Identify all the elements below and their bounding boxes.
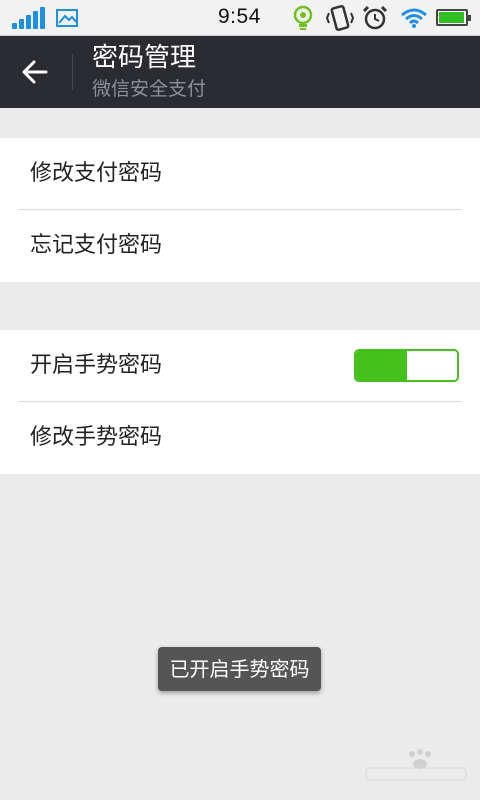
page-title: 密码管理 <box>92 43 197 73</box>
gesture-password-group: 开启手势密码 修改手势密码 <box>0 330 480 474</box>
bulb-icon <box>293 5 313 30</box>
title-bar: 密码管理 微信安全支付 <box>0 36 480 108</box>
back-button[interactable] <box>0 36 72 108</box>
list-item-label: 忘记支付密码 <box>30 233 163 258</box>
toggle-knob[interactable] <box>406 351 457 380</box>
status-bar: 9:54 <box>0 0 480 36</box>
back-arrow-icon <box>22 60 48 84</box>
list-item-label: 修改手势密码 <box>30 425 163 450</box>
signal-icon <box>12 7 46 29</box>
change-payment-password-item[interactable]: 修改支付密码 <box>0 138 480 210</box>
title-divider <box>72 54 73 90</box>
forgot-payment-password-item[interactable]: 忘记支付密码 <box>0 210 480 282</box>
baidu-paw-icon <box>365 749 467 781</box>
wifi-icon <box>401 8 427 28</box>
change-gesture-password-item[interactable]: 修改手势密码 <box>0 402 480 474</box>
alarm-icon <box>362 5 388 30</box>
gallery-icon <box>56 9 78 27</box>
list-item-label: 开启手势密码 <box>30 353 163 378</box>
enable-gesture-password-item[interactable]: 开启手势密码 <box>0 330 480 402</box>
toast-message: 已开启手势密码 <box>158 647 321 691</box>
payment-password-group: 修改支付密码 忘记支付密码 <box>0 138 480 282</box>
toggle-on-fill <box>356 351 407 380</box>
gesture-password-toggle[interactable] <box>354 349 459 382</box>
vibrate-icon <box>326 5 354 31</box>
list-item-label: 修改支付密码 <box>30 161 163 186</box>
page-subtitle: 微信安全支付 <box>92 78 207 100</box>
status-time: 9:54 <box>218 5 261 28</box>
battery-icon <box>436 9 471 26</box>
